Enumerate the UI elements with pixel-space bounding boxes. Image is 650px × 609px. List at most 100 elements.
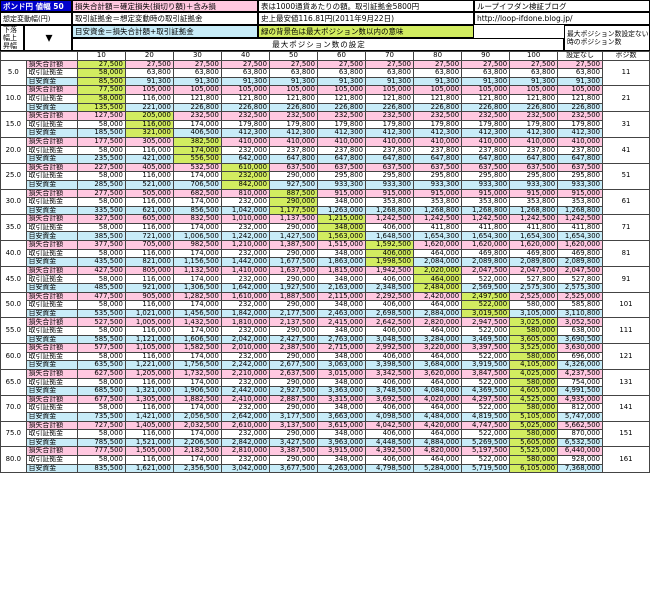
value-cell: 4,084,000 — [413, 386, 463, 396]
value-cell: 226,800 — [461, 102, 511, 113]
value-cell: 4,884,000 — [413, 437, 463, 448]
value-cell: 116,000 — [124, 326, 174, 336]
value-cell: 121,800 — [268, 93, 319, 104]
value-cell: 27,500 — [365, 59, 415, 70]
column-header: 40 — [220, 51, 270, 61]
value-cell: 2,763,000 — [316, 334, 367, 345]
value-cell: 3,919,500 — [461, 360, 511, 370]
value-cell: 1,005,000 — [124, 317, 174, 327]
value-cell: 727,500 — [76, 420, 126, 431]
range-value: 25.0 — [0, 162, 27, 190]
value-cell: 3,284,000 — [413, 334, 463, 345]
value-cell: 2,137,500 — [268, 317, 319, 327]
value-cell: 3,748,500 — [365, 386, 415, 396]
value-cell: 3,220,000 — [413, 343, 463, 353]
value-cell: 290,000 — [268, 274, 319, 285]
value-cell: 1,942,500 — [365, 265, 415, 276]
value-cell: 3,630,000 — [557, 343, 603, 353]
range-value: 55.0 — [0, 317, 27, 345]
value-cell: 91,300 — [124, 76, 174, 87]
value-cell: 121,800 — [413, 93, 463, 104]
table-row: 目安資金 585,500 1,121,000 1,606,500 2,042,000 2,… — [1, 334, 650, 345]
value-cell: 91,300 — [268, 76, 319, 87]
range-value: 50.0 — [0, 291, 27, 319]
value-cell: 642,000 — [220, 154, 270, 164]
value-cell: 4,605,000 — [509, 386, 559, 396]
value-cell: 3,684,000 — [413, 360, 463, 370]
value-cell: 1,010,000 — [220, 214, 270, 224]
value-cell: 237,800 — [461, 145, 511, 156]
value-cell: 327,500 — [76, 214, 126, 224]
table-row: 25.0 損失合計額 227,500 405,000 532,500 610,000 637… — [0, 162, 650, 190]
value-cell: 2,089,800 — [557, 257, 603, 267]
position-count: 121 — [601, 343, 650, 370]
blog-url[interactable]: http://loop-ifdone.blog.jp/ — [474, 12, 650, 25]
value-cell: 637,500 — [316, 162, 367, 173]
value-cell: 2,715,000 — [316, 343, 367, 353]
row-label: 損失合計額 — [25, 446, 78, 456]
value-cell: 4,263,000 — [316, 463, 367, 474]
row-label: 損失合計額 — [25, 85, 78, 95]
value-cell: 3,048,500 — [365, 334, 415, 345]
value-cell: 226,800 — [413, 102, 463, 113]
value-cell: 3,015,000 — [316, 368, 367, 379]
value-cell: 179,800 — [316, 119, 367, 130]
table-row: 取引証拠金 58,000 116,000 174,000 232,000 290,000 3… — [1, 248, 650, 259]
table-row: 目安資金 285,500 521,000 706,500 842,000 927,500 9… — [1, 179, 650, 190]
value-cell: 121,800 — [220, 93, 270, 104]
value-cell: 226,800 — [268, 102, 319, 113]
value-cell: 647,800 — [316, 154, 367, 164]
legend-target-funds: 目安資金＝損失合計額+取引証拠金 — [72, 25, 258, 38]
value-cell: 2,032,500 — [172, 420, 222, 431]
value-cell: 4,747,500 — [461, 420, 511, 431]
value-cell: 1,654,300 — [461, 231, 511, 242]
value-cell: 933,300 — [365, 179, 415, 190]
down-rate-label: 下落幅上昇幅 — [0, 25, 24, 51]
value-cell: 3,615,000 — [316, 420, 367, 431]
value-cell: 427,500 — [76, 265, 126, 276]
value-cell: 382,500 — [172, 136, 222, 147]
value-cell: 348,000 — [316, 351, 367, 362]
row-label: 取引証拠金 — [25, 222, 78, 233]
value-cell: 2,525,000 — [509, 291, 559, 302]
value-cell: 348,000 — [316, 429, 367, 439]
range-value: 10.0 — [0, 85, 27, 113]
value-cell: 4,991,500 — [557, 386, 603, 396]
blog-title[interactable]: ループイフダン検証ブログ — [474, 0, 650, 12]
position-count: 21 — [601, 85, 650, 113]
value-cell: 887,500 — [268, 188, 319, 199]
value-cell: 5,197,500 — [461, 446, 511, 456]
row-label: 目安資金 — [25, 437, 78, 448]
position-count: 131 — [601, 368, 650, 396]
value-cell: 321,000 — [124, 128, 174, 138]
value-cell: 435,500 — [76, 257, 126, 267]
value-cell: 677,500 — [76, 394, 126, 405]
value-cell: 982,500 — [172, 240, 222, 250]
value-cell: 1,515,000 — [316, 240, 367, 250]
value-cell: 647,800 — [557, 154, 603, 164]
value-cell: 295,800 — [509, 171, 559, 181]
value-cell: 174,000 — [172, 429, 222, 439]
value-cell: 290,000 — [268, 171, 319, 181]
table-row: 目安資金 685,500 1,321,000 1,906,500 2,442,000 2,… — [1, 386, 650, 396]
table-row: 取引証拠金 58,000 116,000 174,000 232,000 290,000 2… — [1, 171, 650, 181]
value-cell: 1,242,500 — [557, 214, 603, 224]
value-cell: 2,637,500 — [268, 368, 319, 379]
arrow-down-icon: ▾ — [24, 25, 72, 51]
value-cell: 812,000 — [557, 403, 603, 413]
value-cell: 232,000 — [220, 403, 270, 413]
value-cell: 105,000 — [509, 85, 559, 95]
row-label: 損失合計額 — [25, 188, 78, 199]
value-cell: 91,300 — [365, 76, 415, 87]
row-label: 目安資金 — [25, 386, 78, 396]
value-cell: 58,000 — [76, 326, 126, 336]
value-cell: 685,500 — [76, 386, 126, 396]
value-cell: 410,000 — [509, 136, 559, 147]
value-cell: 58,000 — [76, 377, 126, 388]
value-cell: 2,575,300 — [509, 283, 559, 293]
value-cell: 2,056,500 — [172, 411, 222, 422]
value-cell: 1,105,000 — [124, 343, 174, 353]
range-value: 30.0 — [0, 188, 27, 216]
value-cell: 1,387,500 — [268, 240, 319, 250]
value-cell: 2,610,000 — [220, 420, 270, 431]
